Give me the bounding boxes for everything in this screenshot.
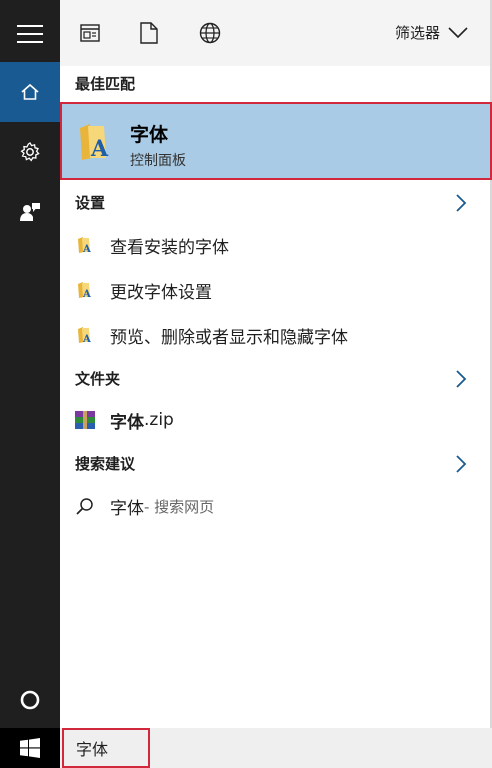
web-suggestion-query: 字体 [110,498,144,519]
settings-button[interactable] [0,122,60,182]
folder-result-extension: .zip [144,410,174,430]
best-match-title: 字体 [130,124,169,146]
settings-item-label: 预览、删除或者显示和隐藏字体 [110,327,348,348]
home-button[interactable] [0,62,60,122]
zip-archive-icon [75,410,95,430]
search-input[interactable]: 字体 [62,728,150,768]
web-suggestion[interactable]: 字体 - 搜索网页 [75,494,215,519]
document-icon [140,22,158,44]
feedback-button[interactable] [0,182,60,242]
settings-item[interactable]: A 预览、删除或者显示和隐藏字体 [75,323,348,348]
filter-apps-button[interactable] [78,21,102,45]
font-setting-icon: A [75,325,95,345]
font-setting-icon: A [75,235,95,255]
best-match-heading: 最佳匹配 [75,75,136,93]
globe-icon [199,22,221,44]
filter-dropdown[interactable]: 筛选器 [395,22,468,43]
folder-result[interactable]: 字体 .zip [75,408,174,433]
suggestions-expand-chevron-icon[interactable] [454,454,468,474]
folders-expand-chevron-icon[interactable] [454,369,468,389]
filter-documents-button[interactable] [137,21,161,45]
search-icon [75,496,95,516]
best-match-result[interactable]: A 字体 控制面板 [60,102,492,180]
folder-result-name: 字体 [110,412,144,433]
chevron-down-icon [448,26,468,38]
search-results-panel: 筛选器 最佳匹配 A 字体 控制面板 设置 A 查看安装的字体 A 更改字体设置 [60,0,492,768]
person-feedback-icon [20,203,40,221]
app-window-icon [80,24,100,42]
svg-text:A: A [90,136,109,162]
settings-item[interactable]: A 更改字体设置 [75,278,212,303]
settings-item-label: 查看安装的字体 [110,237,229,258]
left-rail [0,0,60,768]
filter-label: 筛选器 [394,24,440,42]
settings-expand-chevron-icon[interactable] [454,193,468,213]
settings-heading: 设置 [75,194,106,212]
best-match-subtitle: 控制面板 [130,153,186,169]
home-icon [21,83,39,100]
svg-text:A: A [82,334,91,344]
hamburger-icon [17,25,43,43]
svg-text:A: A [82,244,91,254]
settings-item[interactable]: A 查看安装的字体 [75,233,229,258]
taskbar-search-box[interactable]: 字体 [60,728,492,768]
suggestions-heading: 搜索建议 [75,455,136,473]
windows-logo-icon [20,738,40,758]
font-setting-icon: A [75,280,95,300]
cortana-button[interactable] [0,670,60,730]
filter-web-button[interactable] [198,21,222,45]
menu-button[interactable] [0,4,60,64]
filter-toolbar: 筛选器 [60,0,490,66]
gear-icon [20,142,40,162]
fonts-folder-icon: A [80,124,109,162]
web-suggestion-suffix: - 搜索网页 [144,497,215,516]
cortana-circle-icon [20,690,40,710]
settings-item-label: 更改字体设置 [110,282,212,303]
start-button[interactable] [0,728,60,768]
folders-heading: 文件夹 [75,370,121,388]
svg-text:A: A [82,289,91,299]
